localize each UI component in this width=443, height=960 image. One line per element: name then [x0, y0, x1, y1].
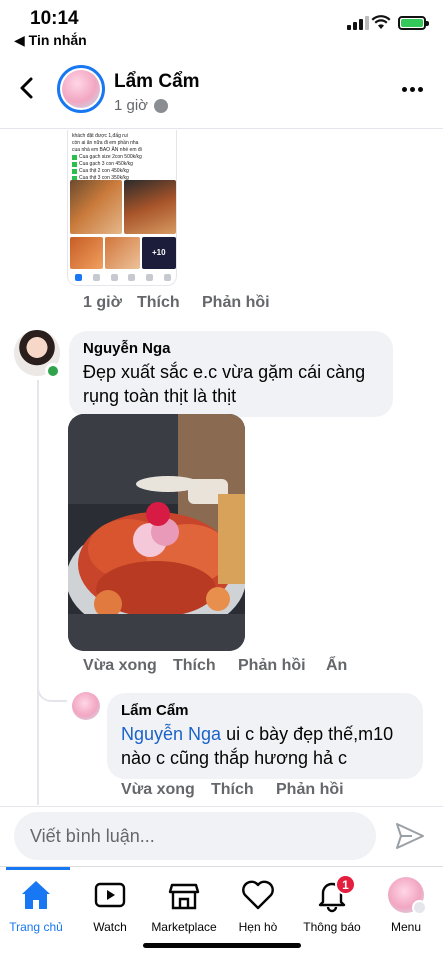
back-arrow-icon[interactable] — [14, 74, 42, 102]
comment-author[interactable]: Nguyễn Nga — [83, 340, 379, 357]
tab-label: Trang chủ — [9, 920, 63, 934]
home-icon — [22, 881, 50, 909]
comment-reply-button[interactable]: Phản hồi — [238, 657, 306, 675]
image-text-line: cua nhà em BAO ĂN nhé em đi — [72, 147, 142, 153]
comment-like-button[interactable]: Thích — [173, 657, 216, 675]
header-divider — [0, 128, 443, 129]
status-bar: 10:14 ◀ Tin nhắn — [0, 0, 443, 56]
mention-link[interactable]: Nguyễn Nga — [121, 724, 221, 744]
image-item: Cua gạch size 2con 500k/kg — [79, 154, 142, 160]
comment-bubble[interactable]: Nguyễn Nga Đẹp xuất sắc e.c vừa gặm cái … — [69, 331, 393, 417]
bell-icon: 1 — [314, 874, 356, 913]
tab-label: Hẹn hò — [238, 920, 278, 934]
post-image[interactable]: khách đặt được 1,đấg rui còn ai ăn nữa đ… — [67, 130, 177, 286]
back-to-messages-link[interactable]: ◀ Tin nhắn — [14, 32, 87, 49]
send-icon[interactable] — [394, 820, 426, 852]
check-icon — [72, 169, 77, 174]
tab-notifications[interactable]: 1 Thông báo — [292, 867, 372, 937]
reply-avatar[interactable] — [72, 692, 100, 720]
signal-icon — [347, 16, 369, 30]
status-time: 10:14 — [30, 8, 79, 29]
reply-bubble[interactable]: Lẩm Cẩm Nguyễn Nga ui c bày đẹp thế,m10 … — [107, 693, 423, 779]
reply-author[interactable]: Lẩm Cẩm — [121, 702, 409, 719]
tab-label: Thông báo — [303, 920, 361, 934]
image-text-line: còn ai ăn nữa đi em phần nha — [72, 140, 139, 146]
author-name[interactable]: Lẩm Cẩm — [114, 71, 200, 93]
tab-label: Watch — [93, 920, 127, 934]
reply-button[interactable]: Phản hồi — [202, 294, 270, 312]
post-time: 1 giờ — [114, 97, 149, 114]
online-status-dot — [45, 363, 61, 379]
notification-badge: 1 — [335, 874, 356, 895]
tab-label: Marketplace — [151, 920, 217, 934]
public-globe-icon — [154, 98, 169, 113]
image-item: Cua gạch 3 con 450k/kg — [79, 161, 133, 167]
wifi-icon — [371, 15, 391, 29]
comment-time: Vừa xong — [83, 657, 157, 674]
tab-dating[interactable]: Hẹn hò — [218, 867, 298, 937]
image-count-badge: +10 — [152, 248, 166, 257]
check-icon — [72, 155, 77, 160]
battery-icon — [398, 16, 429, 30]
watch-icon — [94, 882, 126, 908]
thread-line — [37, 380, 39, 805]
tab-menu[interactable]: Menu — [366, 867, 443, 937]
image-text-line: khách đặt được 1,đấg rui — [72, 133, 128, 139]
reply-reply-button[interactable]: Phản hồi — [276, 781, 344, 799]
reply-time: Vừa xong — [121, 781, 195, 798]
thread-connector — [37, 680, 67, 702]
reply-text: Nguyễn Nga ui c bày đẹp thế,m10 nào c cũ… — [121, 722, 409, 770]
like-button[interactable]: Thích — [137, 294, 180, 312]
more-options-icon[interactable] — [402, 87, 423, 92]
reply-like-button[interactable]: Thích — [211, 781, 254, 799]
input-divider — [0, 806, 443, 807]
tab-watch[interactable]: Watch — [70, 867, 150, 937]
menu-overlay-icon — [412, 900, 427, 915]
comment-hide-button[interactable]: Ẩn — [326, 657, 347, 675]
post-meta: 1 giờ — [114, 97, 169, 114]
post-time-label: 1 giờ — [83, 294, 122, 311]
tab-label: Menu — [390, 920, 422, 934]
image-nav-bar — [70, 274, 176, 281]
tab-marketplace[interactable]: Marketplace — [144, 867, 224, 937]
comment-input[interactable] — [14, 812, 376, 860]
check-icon — [72, 162, 77, 167]
marketplace-icon — [168, 883, 200, 910]
post-header: Lẩm Cẩm 1 giờ — [0, 60, 443, 122]
tab-home[interactable]: Trang chủ — [0, 867, 76, 937]
home-indicator — [143, 943, 301, 948]
image-item: Cua thịt 2 con 450k/kg — [79, 168, 129, 174]
comment-photo[interactable] — [68, 414, 245, 651]
heart-icon — [242, 880, 274, 910]
comment-text: Đẹp xuất sắc e.c vừa gặm cái càng rụng t… — [83, 362, 366, 406]
author-avatar[interactable] — [57, 65, 105, 113]
comment-input-box[interactable] — [14, 812, 376, 860]
profile-icon — [388, 877, 427, 915]
